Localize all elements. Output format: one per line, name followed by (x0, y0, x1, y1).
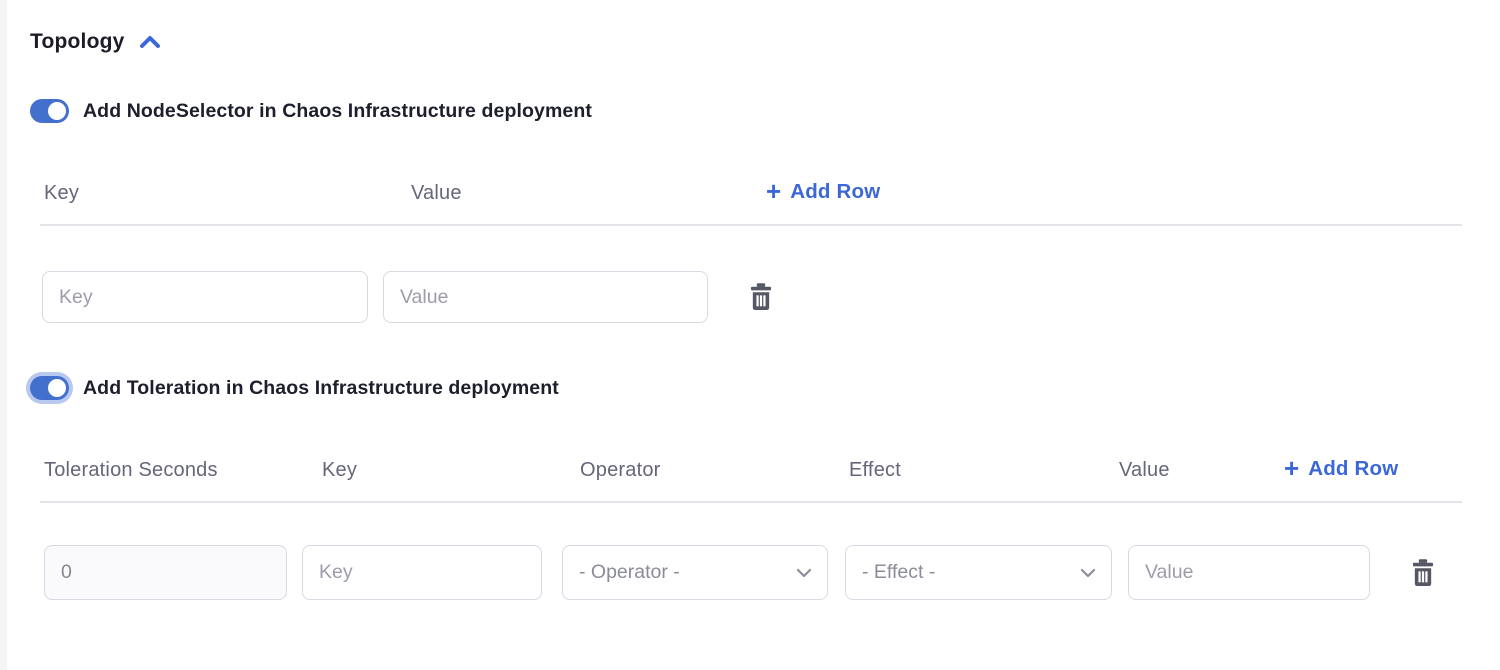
toleration-operator-select[interactable]: - Operator - (562, 545, 828, 600)
node-selector-header-divider (40, 224, 1462, 226)
add-row-label: Add Row (790, 180, 880, 204)
chevron-down-icon (1079, 567, 1097, 579)
toleration-toggle-label: Add Toleration in Chaos Infrastructure d… (83, 377, 559, 400)
panel-left-edge (0, 0, 7, 670)
node-selector-key-input[interactable] (42, 271, 368, 323)
chevron-up-icon[interactable] (138, 33, 162, 51)
toleration-value-input[interactable] (1128, 545, 1370, 600)
node-selector-delete-row-button[interactable] (747, 281, 775, 312)
toleration-add-row-button[interactable]: + Add Row (1284, 457, 1398, 481)
plus-icon: + (766, 181, 781, 201)
plus-icon: + (1284, 458, 1299, 478)
node-selector-value-input[interactable] (383, 271, 708, 323)
node-selector-toggle-row: Add NodeSelector in Chaos Infrastructure… (30, 99, 592, 123)
toleration-col-key: Key (322, 459, 357, 482)
toleration-delete-row-button[interactable] (1409, 557, 1437, 588)
toleration-col-effect: Effect (849, 459, 901, 482)
toleration-col-operator: Operator (580, 459, 661, 482)
operator-selected-value: - Operator - (579, 561, 680, 584)
toleration-effect-select[interactable]: - Effect - (845, 545, 1112, 600)
trash-icon (1409, 576, 1437, 591)
node-selector-col-value: Value (411, 182, 462, 205)
toleration-key-input[interactable] (302, 545, 542, 600)
toleration-seconds-input[interactable] (44, 545, 287, 600)
node-selector-add-row-button[interactable]: + Add Row (766, 180, 880, 204)
node-selector-toggle-label: Add NodeSelector in Chaos Infrastructure… (83, 100, 592, 123)
toleration-toggle-row: Add Toleration in Chaos Infrastructure d… (30, 376, 559, 400)
topology-section-header[interactable]: Topology (30, 30, 162, 54)
node-selector-toggle[interactable] (30, 99, 69, 123)
effect-selected-value: - Effect - (862, 561, 935, 584)
toleration-col-seconds: Toleration Seconds (44, 459, 218, 482)
add-row-label: Add Row (1308, 457, 1398, 481)
chevron-down-icon (795, 567, 813, 579)
trash-icon (747, 300, 775, 315)
toggle-knob (48, 102, 66, 120)
toleration-col-value: Value (1119, 459, 1170, 482)
node-selector-col-key: Key (44, 182, 79, 205)
toleration-header-divider (40, 501, 1462, 503)
toggle-knob (48, 379, 66, 397)
topology-settings-panel: Topology Add NodeSelector in Chaos Infra… (0, 0, 1500, 670)
section-title: Topology (30, 30, 125, 54)
toleration-toggle[interactable] (30, 376, 69, 400)
